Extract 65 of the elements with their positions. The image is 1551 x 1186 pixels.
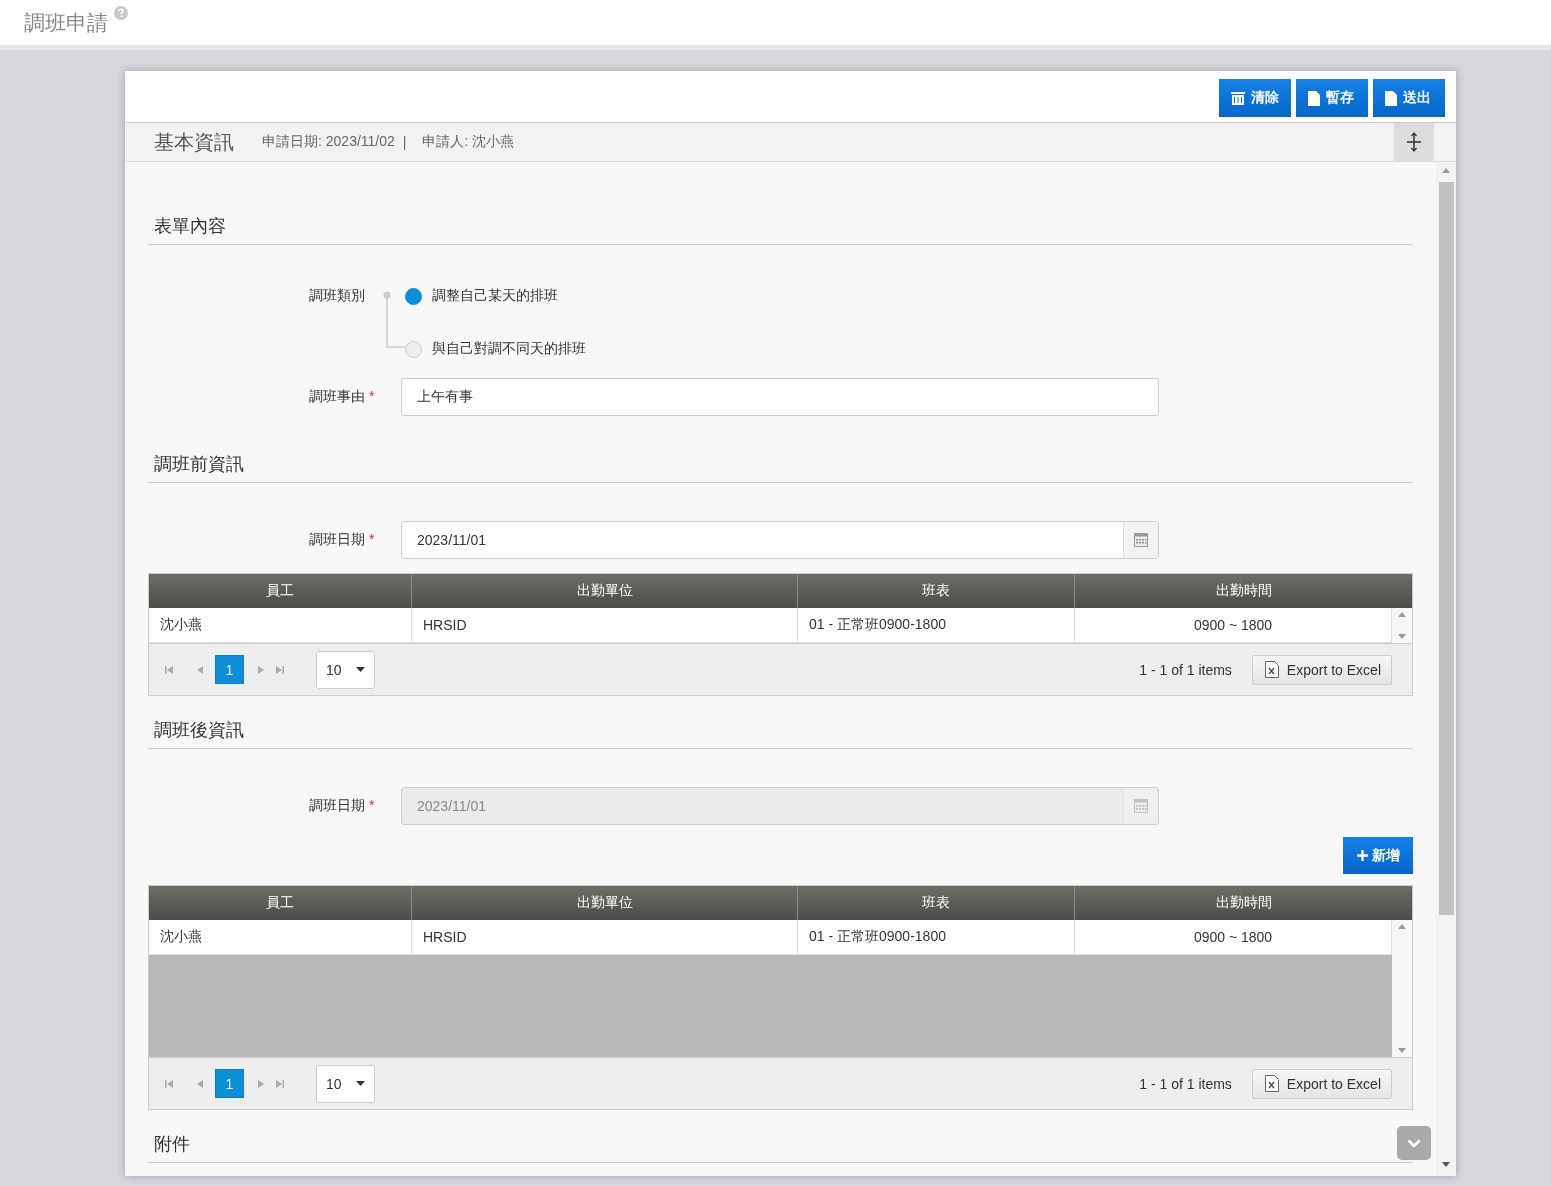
scroll-down-button[interactable] <box>1397 1126 1431 1160</box>
radio-button[interactable] <box>405 287 422 305</box>
field-label: 調班事由 <box>309 388 365 406</box>
plus-icon <box>1356 850 1368 861</box>
resize-icon <box>1406 132 1422 152</box>
toolbar-button[interactable]: 暫存 <box>1296 79 1368 117</box>
next-page-icon[interactable] <box>258 1079 264 1088</box>
table-cell: 沈小燕 <box>149 920 412 954</box>
caret-icon <box>356 667 365 672</box>
required-mark: * <box>369 797 375 815</box>
page-button[interactable]: 1 <box>215 655 244 684</box>
table-cell: 沈小燕 <box>149 608 412 642</box>
toolbar-button[interactable]: 清除 <box>1219 79 1291 117</box>
last-page-icon[interactable] <box>276 1079 284 1088</box>
page-size-select[interactable]: 10 <box>316 650 375 689</box>
spreadsheet-file-icon <box>1264 661 1279 678</box>
previous-page-icon[interactable] <box>197 1079 203 1088</box>
last-page-icon[interactable] <box>276 665 284 674</box>
section-title: 附件 <box>154 1134 190 1154</box>
add-button[interactable]: 新增 <box>1343 837 1413 874</box>
toolbar-button[interactable]: 送出 <box>1373 79 1445 117</box>
page-button[interactable]: 1 <box>215 1069 244 1098</box>
document-icon <box>1385 90 1397 106</box>
table-cell: HRSID <box>412 920 798 954</box>
section-title: 基本資訊 <box>154 129 234 155</box>
section-title: 調班前資訊 <box>154 454 244 474</box>
table-cell: 01 - 正常班0900-1800 <box>798 608 1075 642</box>
first-page-icon[interactable] <box>165 665 173 674</box>
items-summary: 1 - 1 of 1 items <box>1139 661 1232 678</box>
reason-input[interactable]: 上午有事 <box>401 378 1159 416</box>
page-title: 調班申請 <box>24 10 108 36</box>
caret-icon <box>356 1081 365 1086</box>
section-title: 表單內容 <box>154 216 226 236</box>
table-cell: 01 - 正常班0900-1800 <box>798 920 1075 954</box>
field-label: 調班日期 <box>309 797 365 815</box>
help-icon[interactable] <box>114 6 128 20</box>
calendar-icon <box>1134 533 1148 547</box>
field-label: 調班類別 <box>309 287 365 305</box>
calendar-icon <box>1134 799 1148 813</box>
trash-icon <box>1231 91 1245 105</box>
page-size-select[interactable]: 10 <box>316 1064 375 1103</box>
chevron-down-icon <box>1407 1138 1421 1148</box>
radio-option[interactable]: 調整自己某天的排班 <box>405 287 586 305</box>
next-page-icon[interactable] <box>258 665 264 674</box>
document-icon <box>1308 90 1320 106</box>
export-button[interactable]: Export to Excel <box>1251 654 1392 685</box>
date-input[interactable]: 2023/11/01 <box>401 521 1159 559</box>
required-mark: * <box>369 388 375 406</box>
table-cell: HRSID <box>412 608 798 642</box>
radio-button[interactable] <box>405 340 422 358</box>
field-label: 調班日期 <box>309 531 365 549</box>
application-date: 申請日期: 2023/11/02 <box>262 133 395 151</box>
first-page-icon[interactable] <box>165 1079 173 1088</box>
column-header[interactable]: 出勤時間 <box>1075 886 1412 920</box>
radio-option[interactable]: 與自己對調不同天的排班 <box>405 340 586 358</box>
applicant: 申請人: 沈小燕 <box>422 133 515 151</box>
export-button[interactable]: Export to Excel <box>1251 1068 1392 1099</box>
items-summary: 1 - 1 of 1 items <box>1139 1075 1232 1092</box>
column-header[interactable]: 出勤時間 <box>1075 574 1412 608</box>
spreadsheet-file-icon <box>1264 1075 1279 1092</box>
separator: | <box>402 134 407 150</box>
resize-button[interactable] <box>1394 123 1434 161</box>
required-mark: * <box>369 531 375 549</box>
section-title: 調班後資訊 <box>154 720 244 740</box>
previous-page-icon[interactable] <box>197 665 203 674</box>
